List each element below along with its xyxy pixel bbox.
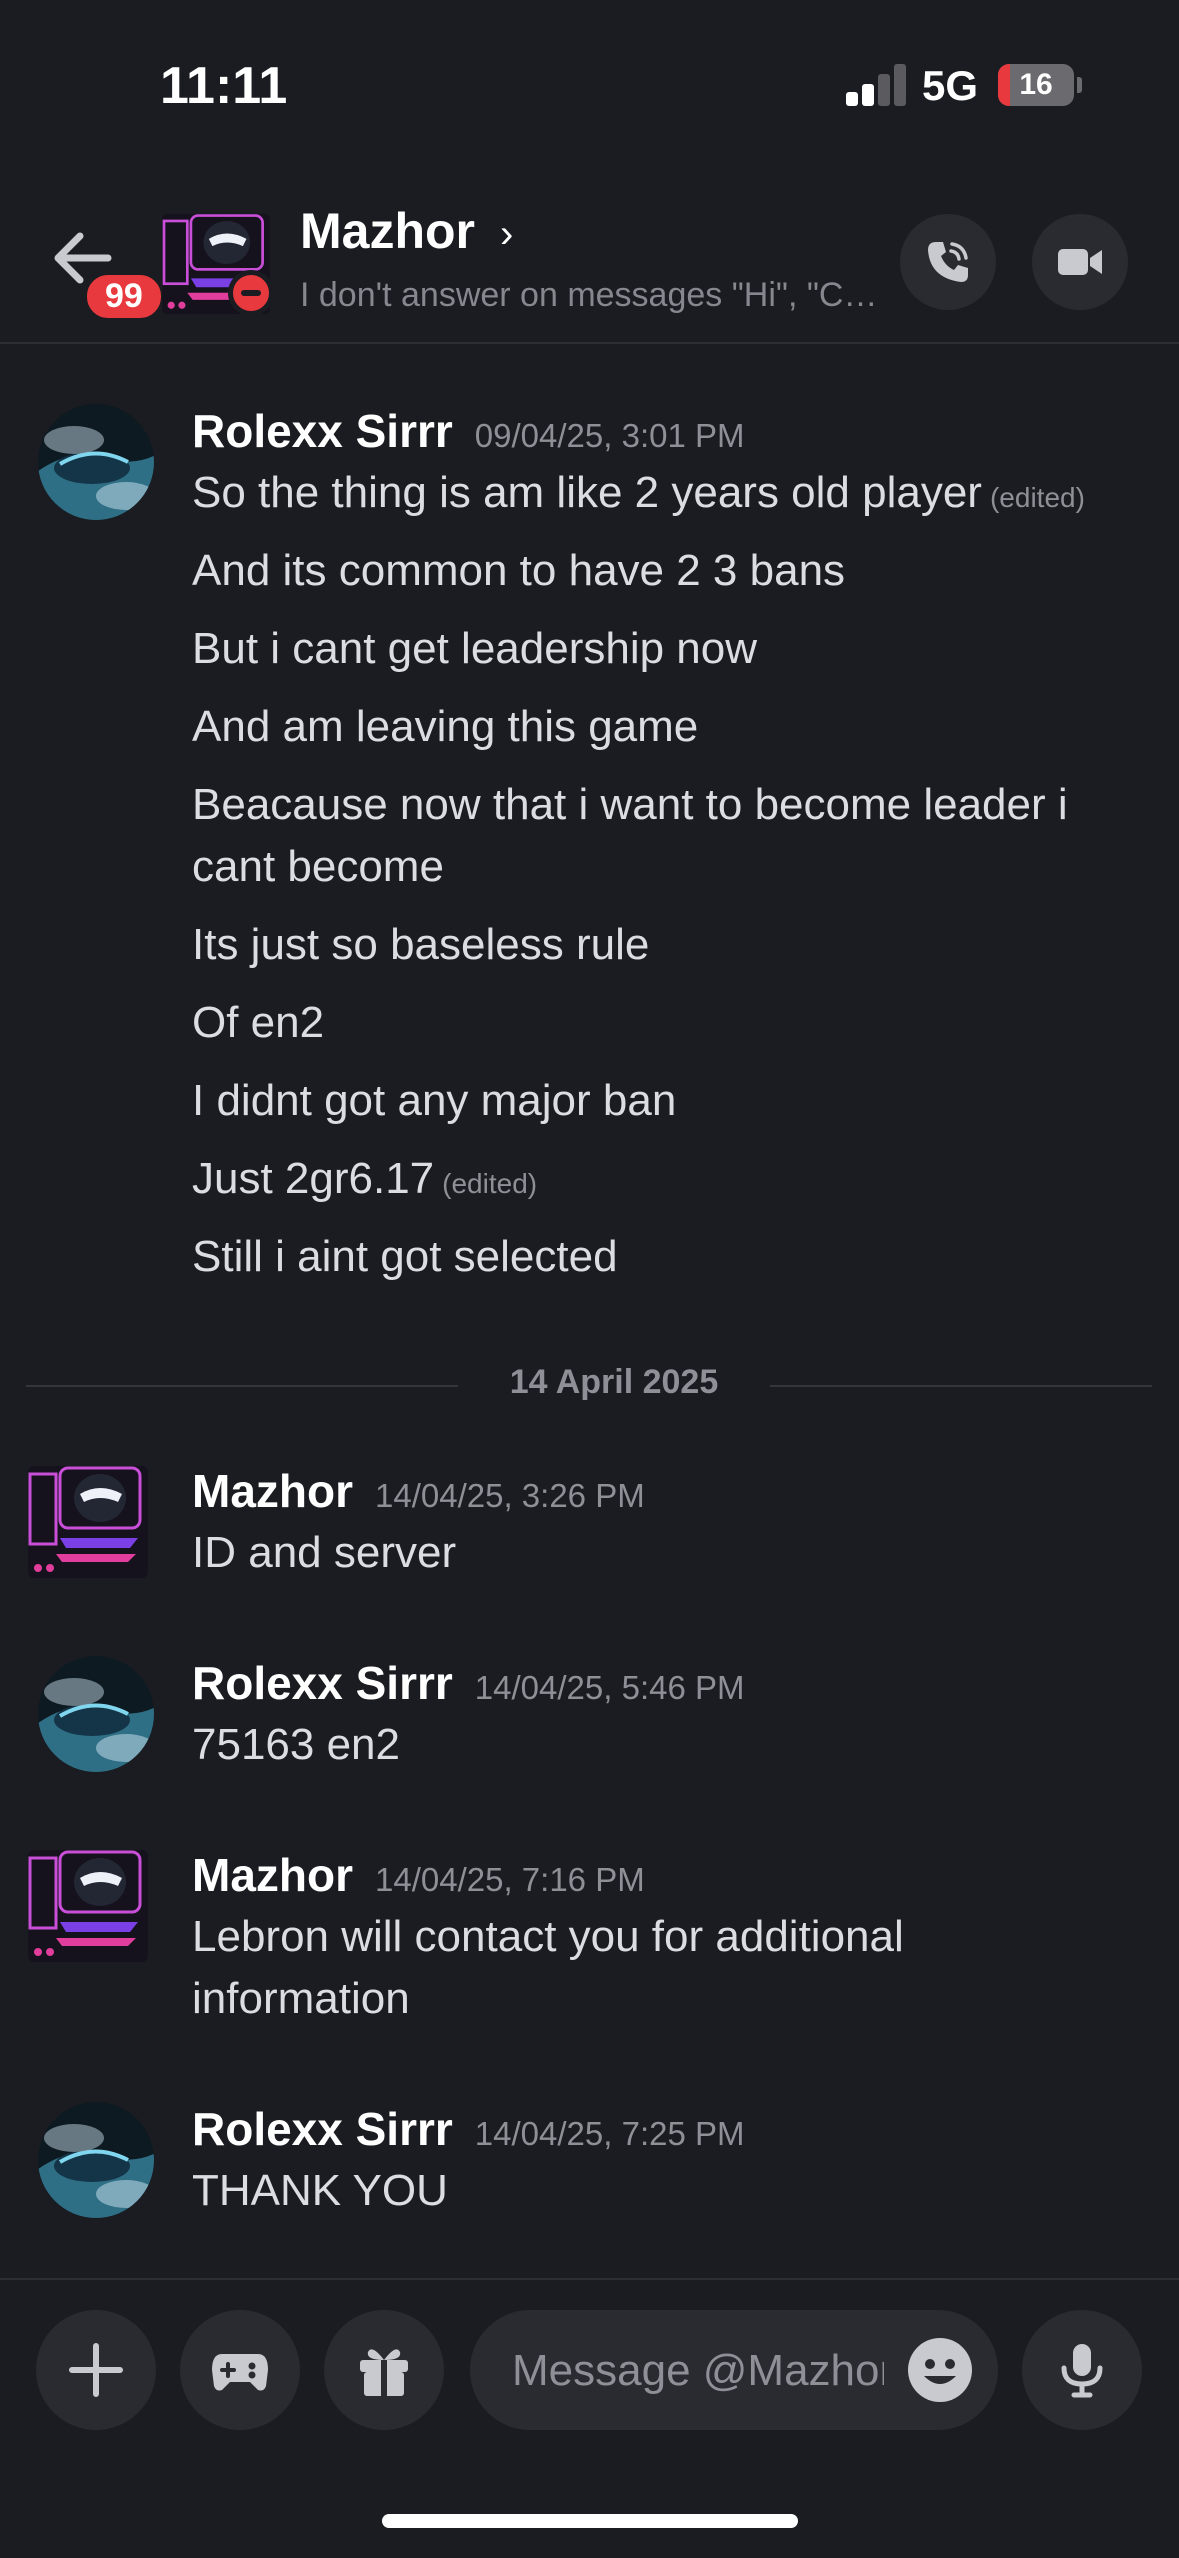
avatar[interactable] (34, 404, 158, 520)
message-line[interactable]: Lebron will contact you for additional i… (192, 1906, 1092, 2030)
message-text: But i cant get leadership now (192, 624, 758, 673)
status-time: 11:11 (160, 57, 288, 115)
dm-header: 99 Mazhor › I don't answer on messages "… (0, 170, 1179, 344)
cellular-signal-icon (846, 64, 906, 106)
author-name[interactable]: Rolexx Sirrr (192, 1657, 453, 1709)
message-line[interactable]: THANK YOU (192, 2160, 1132, 2222)
message-input-placeholder: Message @Mazhor (512, 2346, 884, 2395)
message-timestamp: 14/04/25, 5:46 PM (474, 1669, 745, 1706)
date-divider: 14 April 2025 (26, 1359, 1152, 1411)
status-bar: 11:11 5G 16 (0, 0, 1179, 170)
voice-message-button[interactable] (1022, 2310, 1142, 2430)
message-author[interactable]: Mazhor 14/04/25, 3:26 PM (192, 1464, 645, 1518)
message-timestamp: 14/04/25, 7:25 PM (474, 2115, 745, 2152)
date-divider-label: 14 April 2025 (509, 1363, 719, 1401)
message-timestamp: 14/04/25, 7:16 PM (375, 1861, 645, 1898)
message-text: Still i aint got selected (192, 1232, 618, 1281)
message-timestamp: 14/04/25, 3:26 PM (375, 1477, 645, 1514)
message-author[interactable]: Rolexx Sirrr 14/04/25, 7:25 PM (192, 2102, 745, 2156)
message-line[interactable]: Just 2gr6.17 (edited) (192, 1148, 1132, 1215)
message-line[interactable]: ID and server (192, 1522, 1132, 1584)
message-line[interactable]: I didnt got any major ban (192, 1070, 1132, 1132)
message-text: 75163 en2 (192, 1720, 400, 1769)
message-line[interactable]: And its common to have 2 3 bans (192, 540, 1132, 602)
message-line[interactable]: So the thing is am like 2 years old play… (192, 462, 1132, 529)
voice-call-button[interactable] (900, 214, 996, 310)
message-text: THANK YOU (192, 2166, 448, 2215)
edited-tag: (edited) (989, 482, 1085, 513)
divider-rule (26, 1385, 458, 1387)
emoji-icon[interactable] (906, 2336, 974, 2404)
message-text: Lebron will contact you for additional i… (192, 1912, 904, 2023)
author-name[interactable]: Mazhor (192, 1849, 353, 1901)
message-text: And am leaving this game (192, 702, 699, 751)
signal-bar (846, 92, 858, 106)
phone-icon (928, 242, 968, 282)
message-text: Just 2gr6.17 (192, 1154, 435, 1203)
message-author[interactable]: Rolexx Sirrr 09/04/25, 3:01 PM (192, 404, 745, 458)
signal-bar (894, 64, 906, 106)
battery-tip (1077, 77, 1082, 93)
attach-button[interactable] (36, 2310, 156, 2430)
custom-status: I don't answer on messages "Hi", "Ca... (300, 276, 880, 314)
divider-rule (770, 1385, 1152, 1387)
video-icon (1058, 249, 1102, 275)
message-input[interactable]: Message @Mazhor (470, 2310, 998, 2430)
message-author[interactable]: Mazhor 14/04/25, 7:16 PM (192, 1848, 645, 1902)
gift-icon (360, 2349, 408, 2396)
network-type: 5G (922, 62, 979, 109)
edited-tag: (edited) (442, 1168, 538, 1199)
message-text: So the thing is am like 2 years old play… (192, 468, 982, 517)
gamepad-icon (212, 2354, 268, 2391)
author-name[interactable]: Mazhor (192, 1465, 353, 1517)
message-timestamp: 09/04/25, 3:01 PM (474, 417, 745, 454)
message-text: Of en2 (192, 998, 325, 1047)
message-line[interactable]: Of en2 (192, 992, 1132, 1054)
video-call-button[interactable] (1032, 214, 1128, 310)
battery-level: 16 (1019, 68, 1053, 101)
gift-button[interactable] (324, 2310, 444, 2430)
message-text: ID and server (192, 1528, 457, 1577)
message-text: And its common to have 2 3 bans (192, 546, 846, 595)
author-name[interactable]: Rolexx Sirrr (192, 2103, 453, 2155)
message-line[interactable]: Still i aint got selected (192, 1226, 1132, 1288)
do-not-disturb-icon (228, 270, 274, 316)
plus-icon (69, 2343, 123, 2397)
avatar[interactable] (34, 2102, 158, 2218)
microphone-icon (1061, 2344, 1103, 2398)
avatar[interactable] (26, 1848, 150, 1964)
avatar[interactable] (34, 1656, 158, 1772)
chevron-right-icon[interactable]: › (500, 212, 513, 257)
author-name[interactable]: Rolexx Sirrr (192, 405, 453, 457)
message-list[interactable]: Rolexx Sirrr 09/04/25, 3:01 PM So the thi… (0, 344, 1179, 2274)
dm-title[interactable]: Mazhor (300, 202, 475, 260)
battery-icon: 16 (998, 64, 1074, 106)
message-line[interactable]: And am leaving this game (192, 696, 1132, 758)
message-line[interactable]: Beacause now that i want to become leade… (192, 774, 1132, 898)
signal-bar (878, 74, 890, 106)
avatar[interactable] (26, 1464, 150, 1580)
activities-button[interactable] (180, 2310, 300, 2430)
message-text: Its just so baseless rule (192, 920, 650, 969)
message-text: I didnt got any major ban (192, 1076, 677, 1125)
message-line[interactable]: 75163 en2 (192, 1714, 1132, 1776)
message-author[interactable]: Rolexx Sirrr 14/04/25, 5:46 PM (192, 1656, 745, 1710)
home-indicator[interactable] (382, 2514, 798, 2528)
unread-badge: 99 (82, 270, 166, 323)
message-line[interactable]: Its just so baseless rule (192, 914, 1132, 976)
signal-bar (862, 84, 874, 106)
message-line[interactable]: But i cant get leadership now (192, 618, 1132, 680)
message-text: Beacause now that i want to become leade… (192, 780, 1068, 891)
